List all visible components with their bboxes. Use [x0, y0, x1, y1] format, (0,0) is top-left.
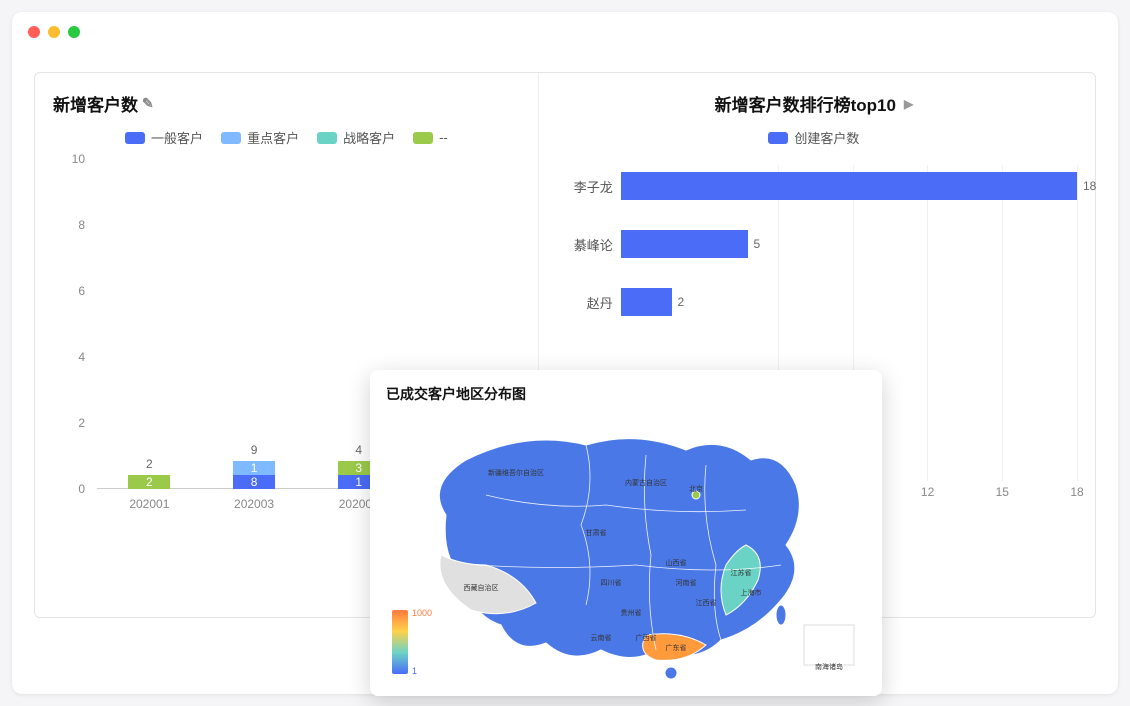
bar-total-label: 2: [128, 457, 170, 471]
y-tick: 0: [78, 482, 85, 496]
hbar-label: 赵丹: [551, 293, 621, 312]
bar-group[interactable]: 22202001: [128, 475, 170, 489]
x-tick: 202003: [234, 497, 274, 511]
legend-left: 一般客户 重点客户 战略客户 --: [53, 128, 520, 147]
y-tick: 4: [78, 350, 85, 364]
south-sea-inset: [804, 625, 854, 665]
legend-label: --: [439, 130, 448, 145]
x-tick: 202001: [129, 497, 169, 511]
hbar-tick: 15: [996, 485, 1009, 499]
hbar-label: 綦峰论: [551, 235, 621, 254]
map-scale-legend: [392, 610, 408, 674]
bar-total-label: 9: [233, 443, 275, 457]
hbar-fill[interactable]: [621, 172, 1077, 200]
y-axis: 0246810: [53, 159, 93, 489]
hbar-track: 2: [621, 288, 1077, 316]
legend-swatch: [125, 132, 145, 144]
window-controls: [28, 26, 80, 38]
window-frame: 新增客户数 ✎ 一般客户重点客户战略客户-- 0246810 222020018…: [12, 12, 1118, 694]
legend-label: 创建客户数: [794, 128, 859, 147]
y-tick: 8: [78, 218, 85, 232]
minimize-icon[interactable]: [48, 26, 60, 38]
hbar-value: 5: [754, 237, 761, 251]
legend-swatch: [768, 132, 788, 144]
hbar-track: 5: [621, 230, 1077, 258]
legend-label: 一般客户: [151, 128, 203, 147]
legend-swatch: [413, 132, 433, 144]
legend-item[interactable]: 一般客户: [125, 128, 203, 147]
map-scale-max: 1000: [412, 608, 432, 618]
china-map-svg: 新疆维吾尔自治区 内蒙古自治区 北京 甘肃省 西藏自治区 四川省 山西省 河南省…: [386, 410, 866, 680]
hbar-fill[interactable]: [621, 288, 672, 316]
legend-item[interactable]: 重点客户: [221, 128, 299, 147]
inset-label: 南海诸岛: [815, 662, 843, 671]
maximize-icon[interactable]: [68, 26, 80, 38]
y-tick: 6: [78, 284, 85, 298]
map-area: 新疆维吾尔自治区 内蒙古自治区 北京 甘肃省 西藏自治区 四川省 山西省 河南省…: [386, 410, 866, 680]
beijing-marker[interactable]: [692, 491, 700, 499]
hbar-track: 18: [621, 172, 1077, 200]
panel-title-right-text: 新增客户数排行榜top10: [715, 91, 896, 116]
bar-group[interactable]: 819202003: [233, 461, 275, 489]
hbar-value: 2: [678, 295, 685, 309]
hbar-row: 赵丹 2: [551, 281, 1077, 323]
hbar-fill[interactable]: [621, 230, 748, 258]
bar-segment[interactable]: 1: [233, 461, 275, 475]
legend-swatch: [221, 132, 241, 144]
panel-title-right: 新增客户数排行榜top10 ▶: [551, 91, 1077, 116]
legend-item[interactable]: 战略客户: [317, 128, 395, 147]
hbar-row: 李子龙18: [551, 165, 1077, 207]
legend-item[interactable]: --: [413, 128, 448, 147]
y-tick: 10: [72, 152, 85, 166]
hbar-tick: 12: [921, 485, 934, 499]
chevron-right-icon[interactable]: ▶: [904, 97, 913, 111]
map-scale-min: 1: [412, 666, 417, 676]
hbar-value: 18: [1083, 179, 1096, 193]
hbar-label: 李子龙: [551, 177, 621, 196]
legend-swatch: [317, 132, 337, 144]
bar-segment[interactable]: 2: [128, 475, 170, 489]
map-card: 已成交客户地区分布图: [370, 370, 882, 696]
map-title: 已成交客户地区分布图: [386, 384, 866, 404]
hbar-row: 綦峰论 5: [551, 223, 1077, 265]
legend-right: 创建客户数: [551, 128, 1077, 147]
prov-hainan[interactable]: [665, 667, 677, 679]
close-icon[interactable]: [28, 26, 40, 38]
legend-label: 重点客户: [247, 128, 299, 147]
panel-title-left: 新增客户数 ✎: [53, 91, 520, 116]
bar-segment[interactable]: 8: [233, 475, 275, 489]
legend-item[interactable]: 创建客户数: [768, 128, 859, 147]
legend-label: 战略客户: [343, 128, 395, 147]
panel-title-left-text: 新增客户数: [53, 91, 138, 116]
hbar-tick: 18: [1070, 485, 1083, 499]
y-tick: 2: [78, 416, 85, 430]
edit-icon[interactable]: ✎: [142, 95, 154, 112]
prov-taiwan[interactable]: [776, 605, 786, 625]
